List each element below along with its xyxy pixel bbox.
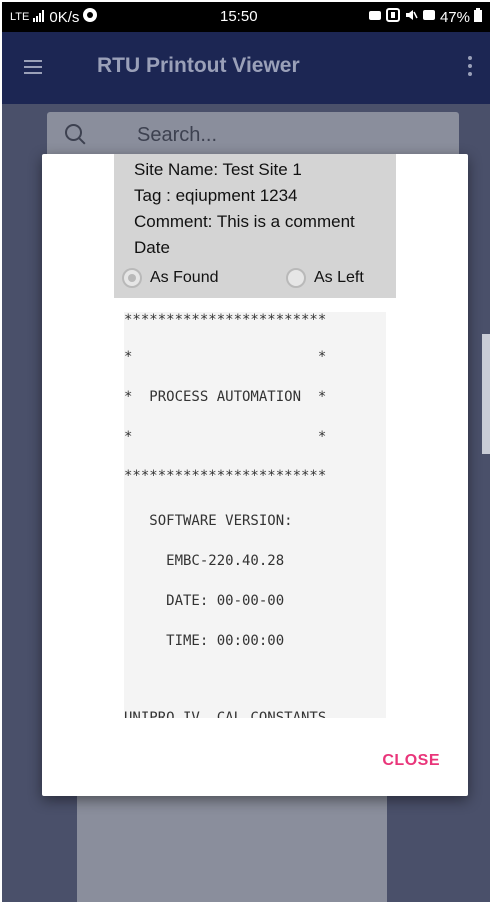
printout-line: ************************ — [124, 312, 327, 328]
search-icon — [65, 124, 82, 141]
search-placeholder: Search... — [137, 124, 218, 146]
printout-dialog: Site Name: Test Site 1 Tag : eqiupment 1… — [42, 154, 468, 796]
printout-line: * PROCESS AUTOMATION * — [124, 389, 327, 405]
notification-icon — [83, 8, 98, 26]
hamburger-menu-icon[interactable] — [24, 60, 42, 74]
printout-line: SOFTWARE VERSION: — [124, 513, 293, 529]
printout-line: * * — [124, 349, 327, 365]
printout-line: TIME: 00:00:00 — [124, 633, 285, 649]
site-name: Site Name: Test Site 1 — [134, 160, 302, 179]
alarm-icon — [368, 8, 382, 26]
app-title: RTU Printout Viewer — [97, 54, 300, 77]
side-tab — [482, 334, 490, 454]
phone-screen: LTE 0K/s 15:50 47% RTU Printout Viewer S… — [2, 2, 490, 902]
printout-header: Site Name: Test Site 1 Tag : eqiupment 1… — [114, 154, 396, 298]
printout-line: DATE: 00-00-00 — [124, 593, 285, 609]
background-list-item — [77, 794, 387, 902]
printout-line: * * — [124, 429, 327, 445]
radio-as-left[interactable]: As Left — [286, 268, 364, 288]
close-button[interactable]: CLOSE — [382, 752, 440, 770]
battery-level: 47% — [439, 8, 470, 26]
printout-line: UNIPRO IV CAL CONSTANTS — [124, 710, 327, 718]
status-bar: LTE 0K/s 15:50 47% — [2, 2, 490, 32]
printout-scroll-area[interactable]: ************************ * * * PROCESS A… — [124, 312, 386, 718]
date-label: Date — [134, 238, 170, 257]
radio-selected-icon — [122, 268, 142, 288]
more-vert-icon[interactable] — [468, 56, 472, 76]
radio-unselected-icon — [286, 268, 306, 288]
search-bar[interactable]: Search... — [47, 112, 459, 158]
app-bar: RTU Printout Viewer — [2, 32, 490, 104]
nfc-icon — [385, 8, 400, 26]
status-left: LTE 0K/s — [10, 8, 98, 26]
battery-icon — [474, 8, 482, 26]
comment-label: Comment: This is a comment — [134, 212, 355, 231]
signal-icon — [33, 9, 45, 26]
radio-as-found[interactable]: As Found — [122, 268, 218, 288]
status-time: 15:50 — [220, 8, 258, 25]
radio-as-left-label: As Left — [314, 269, 364, 286]
wifi-call-icon — [422, 8, 436, 26]
status-right: 47% — [368, 8, 482, 26]
mute-icon — [404, 8, 418, 26]
radio-as-found-label: As Found — [150, 269, 219, 286]
printout-line: EMBC-220.40.28 — [124, 553, 285, 569]
printout-line: ************************ — [124, 468, 327, 484]
network-speed: 0K/s — [49, 8, 80, 26]
tag-label: Tag : eqiupment 1234 — [134, 186, 298, 205]
network-type: LTE — [10, 11, 30, 23]
